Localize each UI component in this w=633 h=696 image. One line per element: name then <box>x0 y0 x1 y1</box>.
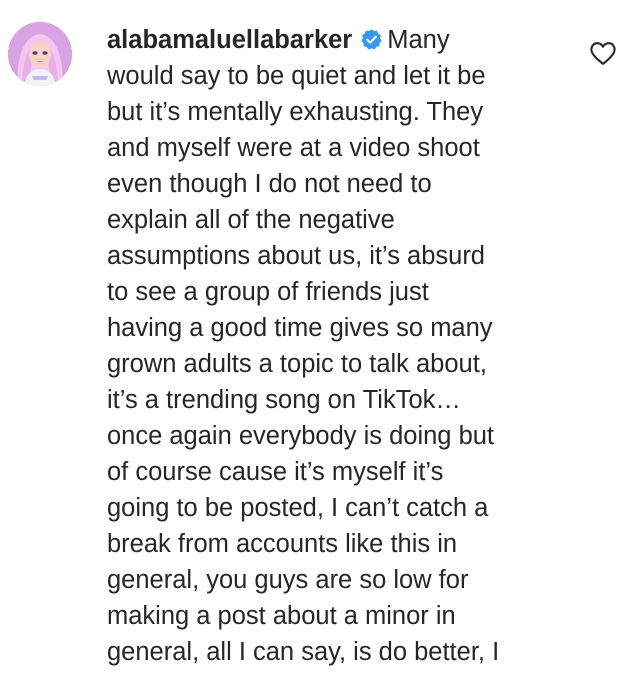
avatar[interactable] <box>8 22 72 86</box>
comment-item: alabamaluellabarker Many would say to be… <box>0 0 633 696</box>
comment-line: to see a group of friends just <box>107 278 429 306</box>
comment-line: break from accounts like this in <box>107 530 458 558</box>
comment-line: assumptions about us, it’s absurd <box>107 242 485 270</box>
comment-line: even though I do not need to <box>107 170 432 198</box>
comment-line: of course cause it’s myself it’s <box>107 458 444 486</box>
username-link[interactable]: alabamaluellabarker <box>107 26 352 54</box>
comment-line: would say to be quiet and let it be <box>107 62 486 90</box>
comment-line: it’s a trending song on TikTok… <box>107 386 461 414</box>
heart-outline-icon <box>590 42 616 65</box>
comment-line: and myself were at a video shoot <box>107 134 480 162</box>
comment-line: once again everybody is doing but <box>107 422 495 450</box>
comment-line: explain all of the negative <box>107 206 395 234</box>
like-button[interactable] <box>589 40 617 66</box>
comment-text: alabamaluellabarker Many would say to be… <box>107 22 577 670</box>
comment-line: making a post about a minor in <box>107 602 456 630</box>
comment-line: general, all I can say, is do better, I <box>107 638 500 666</box>
comment-line: grown adults a topic to talk about, <box>107 350 487 378</box>
comment-line: general, you guys are so low for <box>107 566 469 594</box>
comment-line: but it’s mentally exhausting. They <box>107 98 484 126</box>
comment-line: going to be posted, I can’t catch a <box>107 494 489 522</box>
comment-first-line: alabamaluellabarker Many <box>107 22 577 58</box>
comment-line: having a good time gives so many <box>107 314 493 342</box>
verified-badge-icon <box>361 29 382 50</box>
comment-text-start: Many <box>387 26 450 54</box>
